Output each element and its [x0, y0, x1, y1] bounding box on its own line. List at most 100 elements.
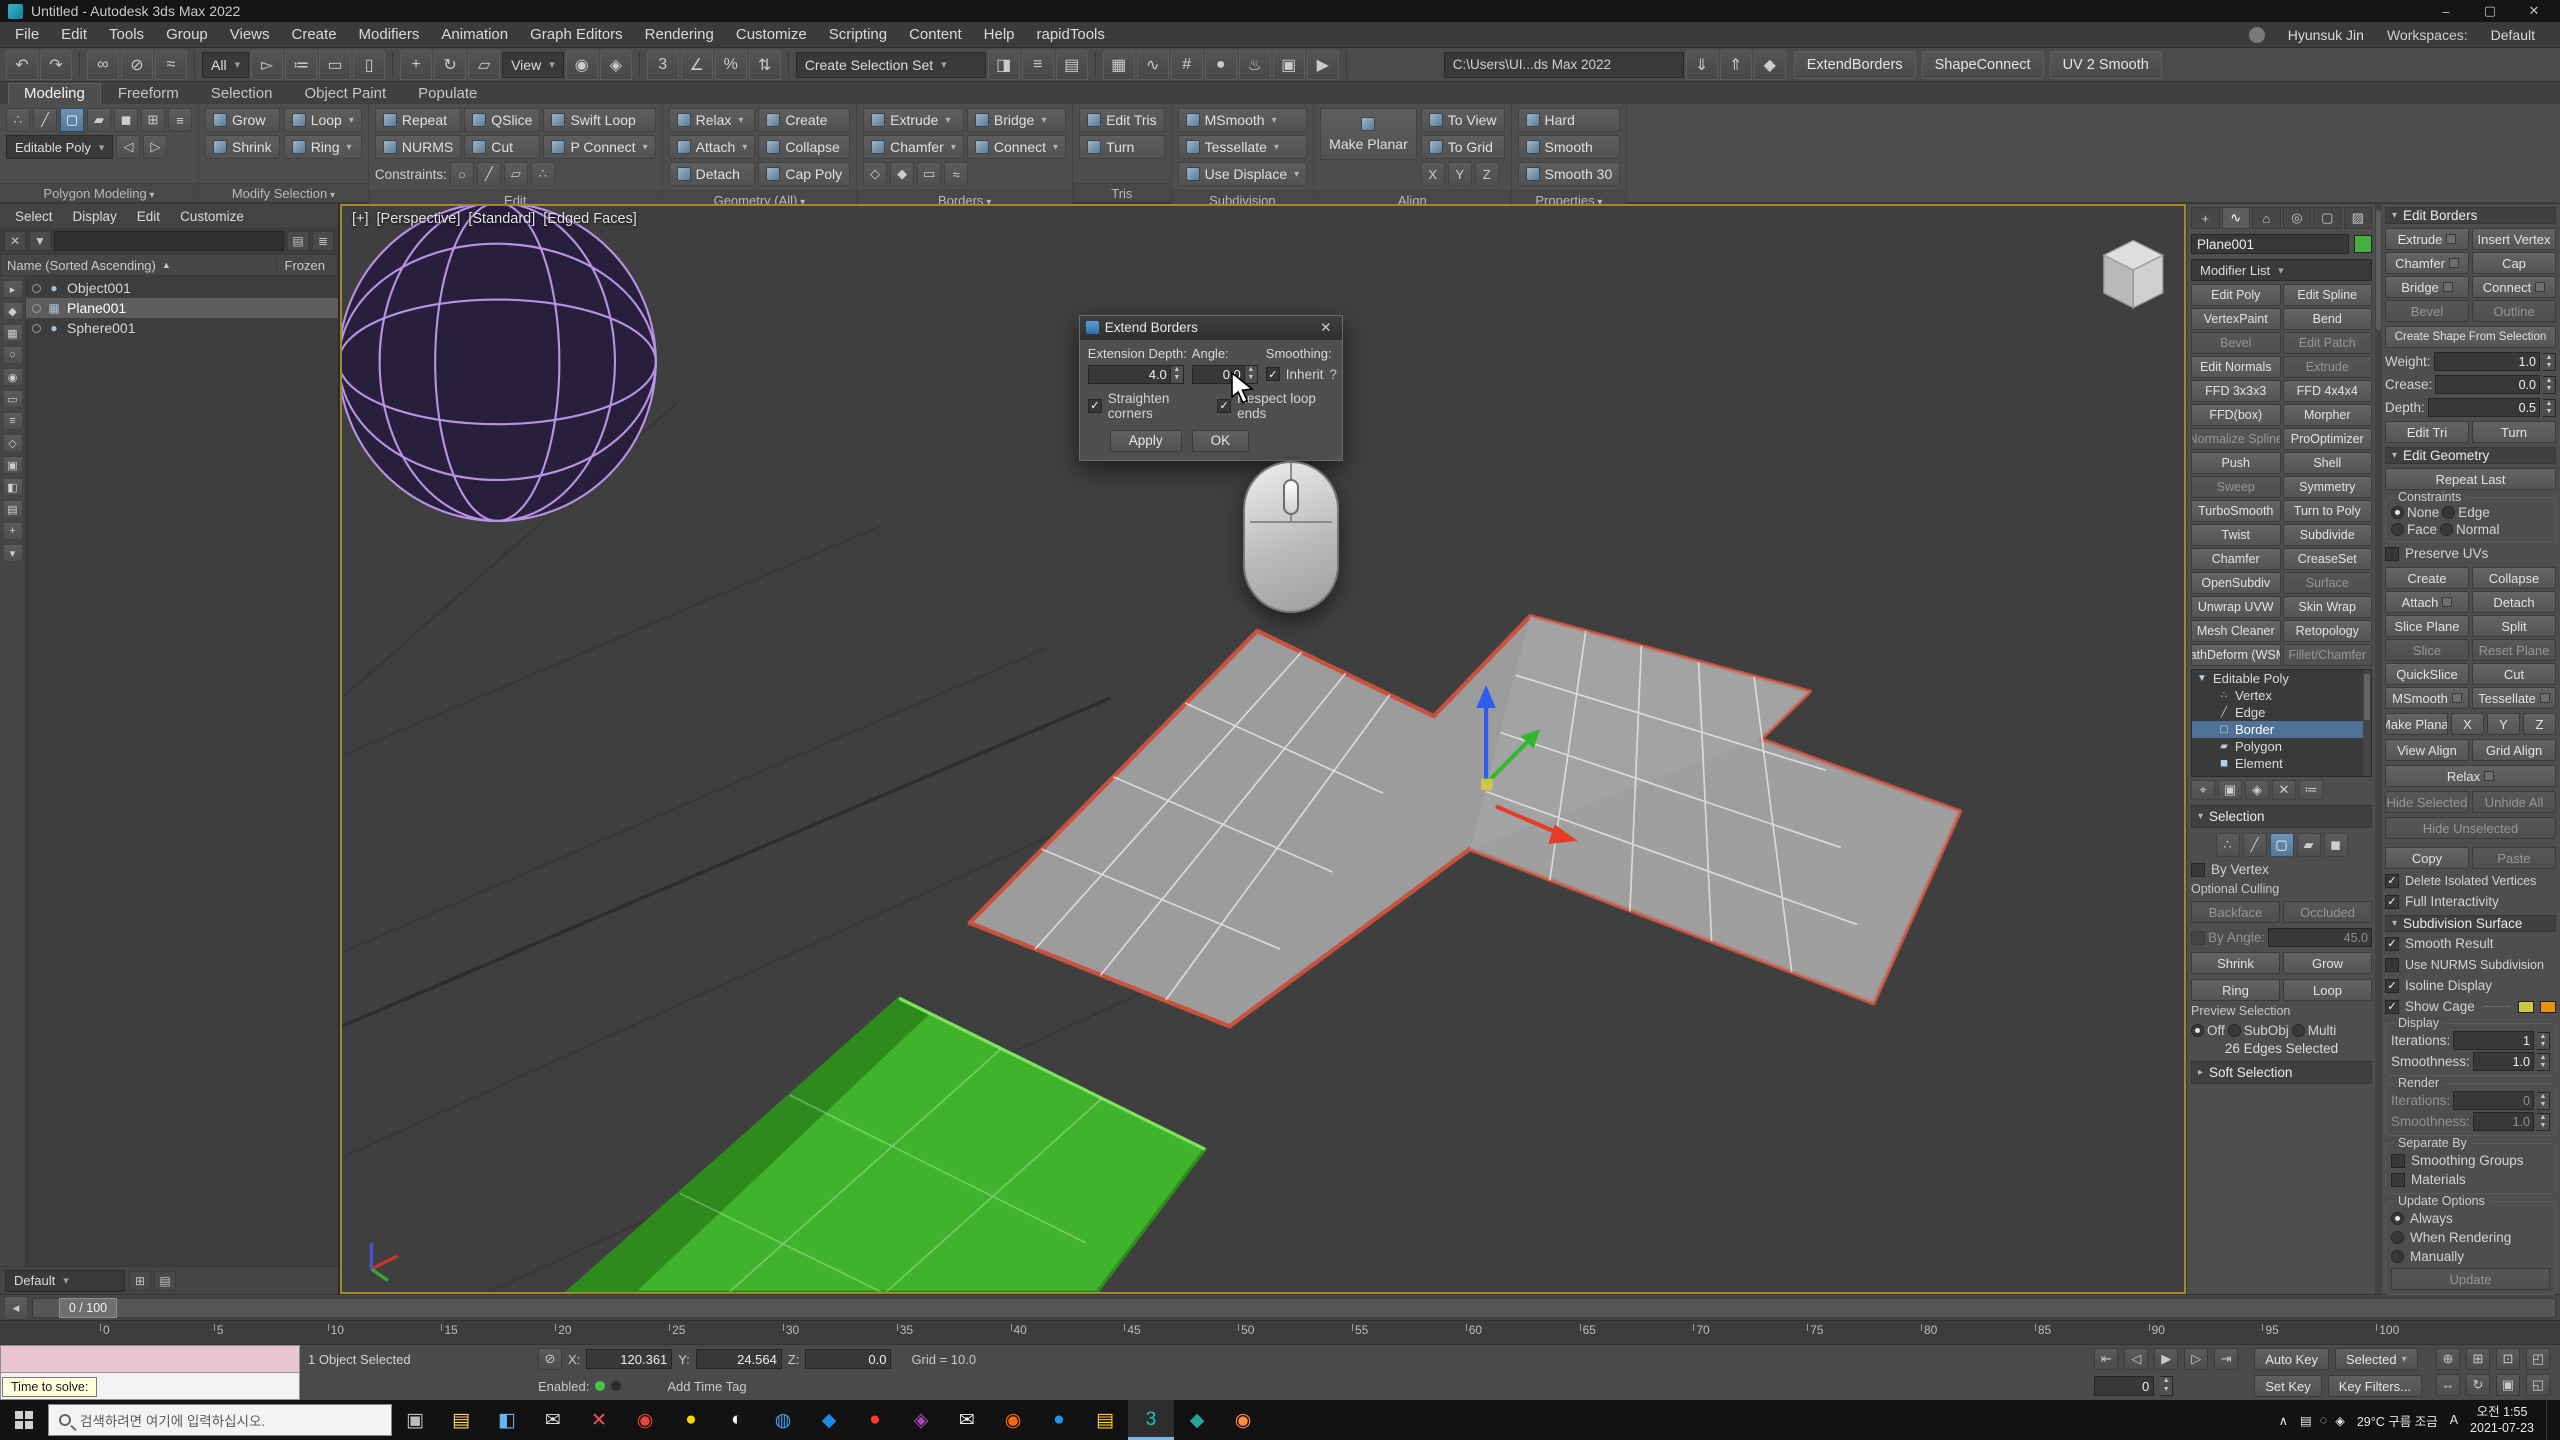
ok-button[interactable]: OK — [1192, 430, 1250, 452]
selection-rollout-header[interactable]: ▾Selection — [2191, 805, 2372, 828]
by-vertex-checkbox[interactable] — [2191, 863, 2205, 877]
stack-scrollbar[interactable] — [2363, 670, 2371, 776]
ribbon-button[interactable]: Edit Tris — [1079, 108, 1165, 132]
explorer-tool-icon[interactable]: ▸ — [3, 280, 23, 298]
modifier-button[interactable]: Surface — [2283, 572, 2373, 594]
constrain-face-icon[interactable]: ▱ — [504, 162, 528, 186]
menu-item[interactable]: Scripting — [818, 24, 898, 45]
undo-icon[interactable]: ↶ — [6, 50, 38, 80]
adaptive-degradation-off-dot[interactable] — [611, 1381, 621, 1391]
modifier-button[interactable]: FFD 3x3x3 — [2191, 380, 2281, 402]
rollout-button[interactable]: Create — [2385, 567, 2469, 589]
render-iterations-field[interactable]: 0 — [2453, 1091, 2534, 1110]
ruler-tick[interactable]: 25 — [669, 1323, 783, 1344]
straighten-corners-checkbox[interactable] — [1088, 399, 1102, 413]
visibility-icon[interactable] — [32, 284, 41, 293]
percent-snap-icon[interactable]: % — [715, 50, 747, 80]
ribbon-button[interactable]: MSmooth — [1178, 108, 1308, 132]
grow-button[interactable]: Grow — [205, 108, 280, 132]
modifier-button[interactable]: Retopology — [2283, 620, 2373, 642]
copy-button[interactable]: Copy — [2385, 847, 2469, 869]
ring-button[interactable]: Ring — [2191, 979, 2280, 1001]
rollout-button[interactable]: Bridge — [2385, 276, 2469, 298]
maximize-viewport-icon[interactable]: ◱ — [2526, 1374, 2550, 1396]
panel-title[interactable]: Polygon Modeling — [0, 183, 198, 202]
modifier-button[interactable]: PathDeform (WSM) — [2191, 644, 2281, 666]
full-interactivity-checkbox[interactable] — [2385, 895, 2399, 909]
ribbon-button[interactable]: Extrude — [863, 108, 964, 132]
rollout-button[interactable]: Slice Plane — [2385, 615, 2469, 637]
weight-spinner[interactable]: ▲▼ — [2543, 353, 2556, 371]
set-key-button[interactable]: Set Key — [2254, 1375, 2322, 1397]
select-and-scale-icon[interactable]: ▱ — [468, 50, 500, 80]
ribbon-button[interactable]: Turn — [1079, 135, 1165, 159]
by-angle-field[interactable]: 45.0 — [2268, 928, 2372, 947]
selection-set-dropdown[interactable]: Default — [5, 1270, 125, 1292]
modifier-button[interactable]: Edit Spline — [2283, 284, 2373, 306]
notification-center-edge[interactable] — [2546, 1400, 2554, 1440]
depth-field[interactable]: 0.5 — [2428, 398, 2540, 417]
taskbar-search-box[interactable]: 검색하려면 여기에 입력하십시오. — [48, 1404, 392, 1436]
use-pivot-center-icon[interactable]: ◉ — [566, 50, 598, 80]
taskbar-app[interactable]: ◆ — [806, 1400, 852, 1440]
ribbon-toggle-icon[interactable]: ▦ — [1103, 50, 1135, 80]
explorer-tool-icon[interactable]: ◆ — [3, 302, 23, 320]
ruler-tick[interactable]: 90 — [2149, 1323, 2263, 1344]
preview-subobj-radio[interactable] — [2228, 1024, 2241, 1037]
update-button[interactable]: Update — [2391, 1268, 2550, 1290]
column-header-name[interactable]: Name (Sorted Ascending) — [7, 258, 156, 273]
create-shape-button[interactable]: Create Shape From Selection — [2385, 326, 2556, 348]
taskbar-app[interactable]: ● — [1036, 1400, 1082, 1440]
schematic-view-icon[interactable]: # — [1171, 50, 1203, 80]
element-mode-icon[interactable]: ◼ — [114, 108, 138, 132]
explorer-tool-icon[interactable]: ◧ — [3, 478, 23, 496]
modifier-button[interactable]: ProOptimizer — [2283, 428, 2373, 450]
taskbar-app[interactable]: ◧ — [484, 1400, 530, 1440]
modifier-button[interactable]: Turn to Poly — [2283, 500, 2373, 522]
viewport-label-segment[interactable]: [Standard] — [468, 211, 535, 227]
select-object-icon[interactable]: ▻ — [251, 50, 283, 80]
modifier-button[interactable]: Push — [2191, 452, 2281, 474]
axis-button[interactable]: Z — [1475, 162, 1499, 186]
menu-item[interactable]: Create — [281, 24, 348, 45]
rollout-button[interactable]: MSmooth — [2385, 687, 2469, 709]
command-panel-scrollbar[interactable] — [2375, 204, 2382, 1294]
polygon-mode-icon[interactable]: ▰ — [87, 108, 111, 132]
menu-item[interactable]: Group — [155, 24, 219, 45]
menu-item[interactable]: Tools — [98, 24, 155, 45]
listener-macro-line[interactable] — [0, 1345, 300, 1373]
grid-align-button[interactable]: Grid Align — [2472, 739, 2556, 761]
viewport-label-segment[interactable]: [+] — [352, 211, 369, 227]
menu-item[interactable]: Graph Editors — [519, 24, 634, 45]
menu-item[interactable]: Edit — [50, 24, 98, 45]
orbit-icon[interactable]: ↻ — [2466, 1374, 2490, 1396]
ribbon-button[interactable]: Cut — [464, 135, 540, 159]
materials-checkbox[interactable] — [2391, 1173, 2405, 1187]
align-icon[interactable]: ≡ — [1022, 50, 1054, 80]
polygon-icon[interactable]: ▰ — [2297, 833, 2321, 857]
modifier-button[interactable]: Edit Normals — [2191, 356, 2281, 378]
modifier-button[interactable]: Morpher — [2283, 404, 2373, 426]
select-and-rotate-icon[interactable]: ↻ — [434, 50, 466, 80]
explorer-menu-item[interactable]: Display — [64, 208, 126, 225]
select-and-link-icon[interactable]: ∞ — [87, 50, 119, 80]
ribbon-button[interactable]: Create — [758, 108, 850, 132]
named-sets-add-icon[interactable]: ⊞ — [129, 1271, 151, 1291]
snap-toggle-icon[interactable]: 3 — [647, 50, 679, 80]
script-toolbar-button[interactable]: UV 2 Smooth — [2050, 51, 2162, 79]
motion-tab[interactable]: ◎ — [2283, 207, 2312, 229]
hide-selected-button[interactable]: Hide Selected — [2385, 791, 2469, 813]
planar-y-button[interactable]: Y — [2487, 713, 2520, 735]
selection-filter-dropdown[interactable]: All — [202, 52, 249, 78]
select-region-icon[interactable]: ▭ — [319, 50, 351, 80]
apply-button[interactable]: Apply — [1110, 430, 1182, 452]
edge-mode-icon[interactable]: ╱ — [33, 108, 57, 132]
adaptive-degradation-on-dot[interactable] — [595, 1381, 605, 1391]
project-folder-field[interactable]: C:\Users\UI...ds Max 2022 — [1444, 52, 1684, 78]
explorer-tool-icon[interactable]: ▤ — [3, 500, 23, 518]
object-color-swatch[interactable] — [2354, 235, 2372, 253]
explorer-menu-item[interactable]: Customize — [171, 208, 253, 225]
preserve-uvs-checkbox[interactable] — [2385, 547, 2399, 561]
modifier-button[interactable]: Normalize Spline — [2191, 428, 2281, 450]
panel-title[interactable]: Tris — [1073, 183, 1171, 202]
